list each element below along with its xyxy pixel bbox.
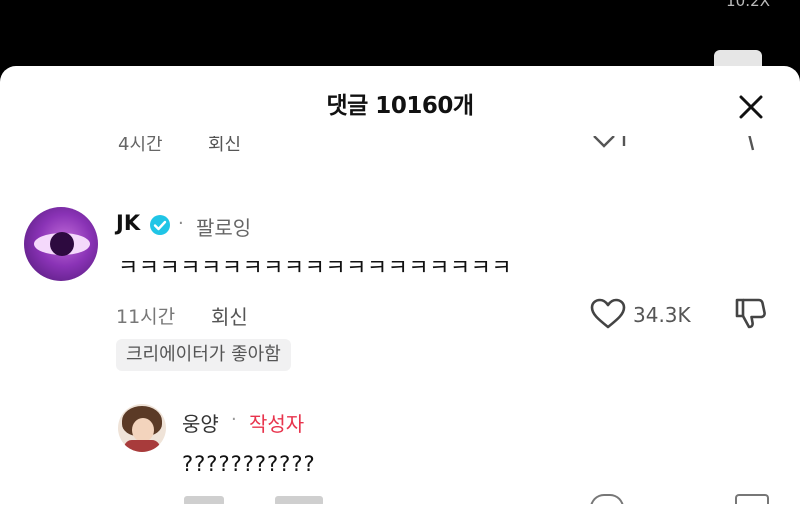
reply-avatar[interactable] [118, 404, 166, 452]
thumbs-down-icon[interactable] [735, 136, 769, 152]
thumbs-down-icon[interactable] [735, 494, 769, 504]
like-count: 34.3K [633, 303, 691, 327]
avatar[interactable] [24, 207, 98, 281]
close-icon [739, 95, 763, 119]
previous-comment-time: 4시간 [118, 136, 163, 155]
comments-sheet: 댓글 10160개 4시간 회신 JK · 팔로잉 ㅋㅋㅋㅋㅋㅋㅋㅋㅋㅋㅋㅋㅋㅋ… [0, 66, 800, 506]
top-bar: 10:2X [0, 0, 800, 80]
reply-text: ??????????? [182, 452, 316, 476]
sheet-title: 댓글 10160개 [326, 93, 474, 119]
next-comment-footer [0, 492, 800, 504]
previous-comment-reply-button[interactable]: 회신 [208, 136, 241, 156]
previous-comment-footer: 4시간 회신 [0, 136, 800, 160]
comment-time: 11시간 [116, 306, 176, 328]
heart-icon[interactable] [590, 136, 630, 152]
comment-username[interactable]: JK [116, 211, 140, 235]
comment-text: ㅋㅋㅋㅋㅋㅋㅋㅋㅋㅋㅋㅋㅋㅋㅋㅋㅋㅋㅋ [118, 256, 513, 281]
separator-dot: · [178, 213, 184, 234]
verified-icon [150, 215, 170, 235]
creator-liked-badge: 크리에이터가 좋아함 [116, 339, 291, 371]
heart-icon[interactable] [590, 494, 624, 504]
heart-icon[interactable] [590, 298, 626, 330]
author-tag: 작성자 [249, 412, 305, 436]
thumbs-down-icon[interactable] [734, 296, 768, 330]
follow-status: 팔로잉 [196, 216, 252, 240]
status-text: 10:2X [726, 0, 770, 10]
reply-username[interactable]: 웅양 [182, 408, 219, 437]
separator-dot: · [231, 409, 237, 430]
close-button[interactable] [736, 92, 766, 122]
reply-button[interactable]: 회신 [211, 301, 248, 330]
